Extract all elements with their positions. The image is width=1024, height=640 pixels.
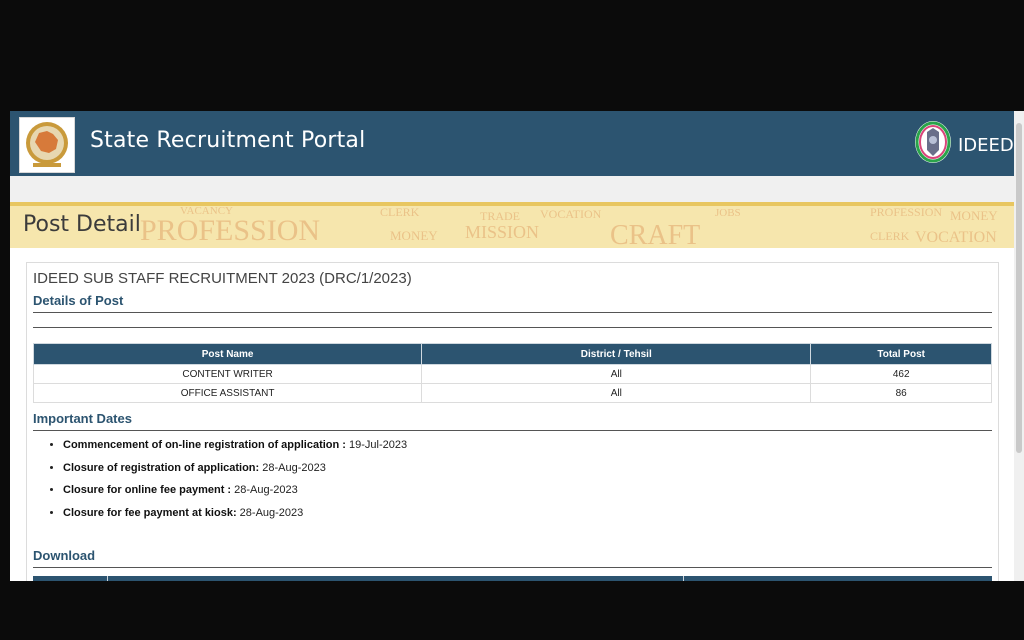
post-name-cell: OFFICE ASSISTANT xyxy=(34,384,422,403)
important-dates-heading: Important Dates xyxy=(33,411,132,426)
date-value: 19-Jul-2023 xyxy=(346,439,407,451)
divider xyxy=(33,327,992,328)
banner-word: JOBS xyxy=(715,207,741,219)
table-header-row: Post Name District / Tehsil Total Post xyxy=(34,344,992,365)
banner-word: VOCATION xyxy=(915,229,997,246)
column-divider xyxy=(683,576,684,581)
nav-strip xyxy=(10,176,1014,202)
brand-name: IDEED xyxy=(958,135,1014,156)
column-header-district: District / Tehsil xyxy=(422,344,811,365)
date-value: 28-Aug-2023 xyxy=(237,507,304,519)
page-title: Post Detail xyxy=(23,212,141,237)
banner-word: VOCATION xyxy=(540,207,602,221)
scrollbar-thumb[interactable] xyxy=(1016,123,1022,453)
ideed-logo-icon xyxy=(914,120,952,165)
date-value: 28-Aug-2023 xyxy=(231,484,298,496)
table-row: OFFICE ASSISTANT All 86 xyxy=(34,384,992,403)
vertical-scrollbar[interactable] xyxy=(1014,111,1024,581)
details-of-post-heading: Details of Post xyxy=(33,293,123,308)
post-name-cell: CONTENT WRITER xyxy=(34,365,422,384)
state-emblem-logo[interactable] xyxy=(19,117,75,173)
total-post-cell: 86 xyxy=(811,384,992,403)
list-item: Closure for fee payment at kiosk: 28-Aug… xyxy=(63,502,407,525)
page-banner: PROFESSIONCLERKVACANCYMONEYMISSIONVOCATI… xyxy=(10,202,1014,248)
site-header: State Recruitment Portal IDEED xyxy=(10,111,1014,176)
important-dates-list: Commencement of on-line registration of … xyxy=(49,434,407,524)
column-header-post-name: Post Name xyxy=(34,344,422,365)
table-row: CONTENT WRITER All 462 xyxy=(34,365,992,384)
banner-background-pattern: PROFESSIONCLERKVACANCYMONEYMISSIONVOCATI… xyxy=(10,202,1014,248)
post-detail-card: IDEED SUB STAFF RECRUITMENT 2023 (DRC/1/… xyxy=(26,262,999,581)
banner-word: CRAFT xyxy=(610,220,700,248)
banner-word: MONEY xyxy=(390,228,438,243)
date-label: Closure of registration of application: xyxy=(63,462,259,474)
post-table: Post Name District / Tehsil Total Post C… xyxy=(33,343,992,403)
list-item: Closure for online fee payment : 28-Aug-… xyxy=(63,479,407,502)
banner-word: PROFESSION xyxy=(870,205,942,219)
banner-word: MISSION xyxy=(465,222,539,242)
browser-viewport: State Recruitment Portal IDEED PROFESSIO… xyxy=(10,111,1014,581)
banner-word: CLERK xyxy=(380,205,420,219)
banner-word: PROFESSION xyxy=(140,214,320,247)
date-label: Commencement of on-line registration of … xyxy=(63,439,346,451)
recruitment-title: IDEED SUB STAFF RECRUITMENT 2023 (DRC/1/… xyxy=(33,270,412,287)
district-cell: All xyxy=(422,365,811,384)
column-header-total-post: Total Post xyxy=(811,344,992,365)
total-post-cell: 462 xyxy=(811,365,992,384)
list-item: Commencement of on-line registration of … xyxy=(63,434,407,457)
banner-word: MONEY xyxy=(950,208,998,223)
date-label: Closure for fee payment at kiosk: xyxy=(63,507,237,519)
portal-title: State Recruitment Portal xyxy=(90,128,365,153)
date-value: 28-Aug-2023 xyxy=(259,462,326,474)
list-item: Closure of registration of application: … xyxy=(63,457,407,480)
divider xyxy=(33,430,992,431)
divider xyxy=(33,312,992,313)
banner-word: VACANCY xyxy=(180,205,233,217)
banner-word: CLERK xyxy=(870,229,910,243)
district-cell: All xyxy=(422,384,811,403)
divider xyxy=(33,567,992,568)
column-divider xyxy=(107,576,108,581)
emblem-icon xyxy=(20,118,74,172)
banner-word: TRADE xyxy=(480,209,520,223)
download-heading: Download xyxy=(33,548,95,563)
download-table-header xyxy=(33,576,992,581)
date-label: Closure for online fee payment : xyxy=(63,484,231,496)
